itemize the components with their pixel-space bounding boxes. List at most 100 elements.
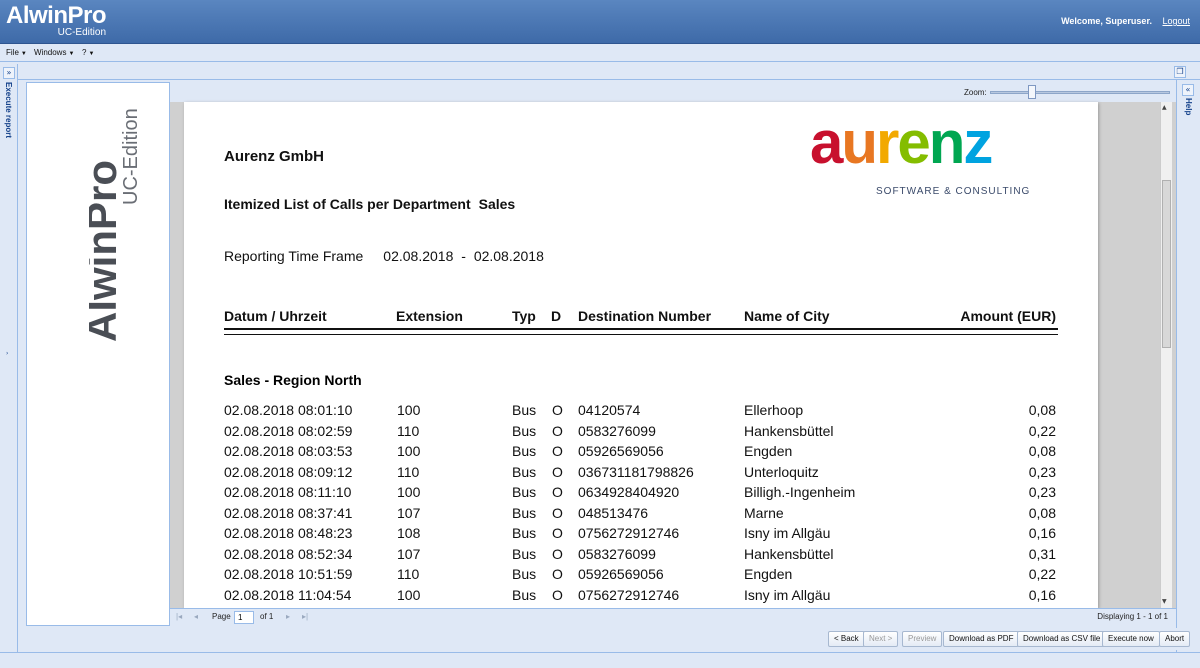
cell-type: Bus <box>512 545 537 562</box>
col-destination: Destination Number <box>578 308 712 324</box>
cell-d: O <box>552 422 563 439</box>
cell-dt: 02.08.2018 08:09:12 <box>224 463 353 480</box>
cell-city: Ellerhoop <box>744 402 804 418</box>
cell-city: Marne <box>744 504 784 521</box>
menu-file-label: File <box>6 48 19 57</box>
report-department: Sales <box>478 196 516 212</box>
execute-report-label[interactable]: Execute report <box>4 82 13 138</box>
timeframe-from: 02.08.2018 <box>383 248 454 264</box>
cell-city: Hankensbüttel <box>744 422 834 439</box>
panel-header: ❐ <box>18 64 1200 80</box>
help-label[interactable]: Help <box>1184 98 1193 115</box>
cell-num: 05926569056 <box>578 443 664 459</box>
action-bar: < Back Next > Preview Download as PDF Do… <box>18 628 1200 650</box>
cell-num: 0583276099 <box>578 545 656 562</box>
next-page-icon[interactable]: ▸ <box>286 612 290 621</box>
scroll-up-icon[interactable]: ▲ <box>1162 104 1167 111</box>
alwinpro-vertical-logo: AlwinPro UC-Edition <box>89 108 142 342</box>
cell-d: O <box>552 463 563 480</box>
cell-dt: 02.08.2018 08:03:53 <box>224 443 353 459</box>
abort-button[interactable]: Abort <box>1159 631 1191 647</box>
execute-now-button[interactable]: Execute now <box>1102 631 1160 647</box>
table-row: 02.08.2018 08:03:53 100 Bus O 05926569056 Eng… <box>184 443 1098 463</box>
restore-window-icon[interactable]: ❐ <box>1174 66 1186 78</box>
welcome-area: Welcome, Superuser. Logout <box>1061 16 1190 26</box>
logout-link[interactable]: Logout <box>1162 16 1190 26</box>
menu-bar: File ▼ Windows ▼ ? ▼ <box>0 44 1200 62</box>
zoom-slider-thumb[interactable] <box>1027 85 1036 99</box>
cell-d: O <box>552 402 563 418</box>
cell-type: Bus <box>512 484 537 500</box>
table-row: 02.08.2018 08:52:34 107 Bus O 0583276099 Hank… <box>184 546 1098 566</box>
table-row: 02.08.2018 08:01:10 100 Bus O 04120574 Ellerh… <box>184 402 1098 422</box>
last-page-icon[interactable]: ▸| <box>302 612 308 621</box>
cell-num: 036731181798826 <box>578 463 694 480</box>
cell-type: Bus <box>512 402 537 418</box>
col-city: Name of City <box>744 308 830 324</box>
first-page-icon[interactable]: |◂ <box>176 612 182 621</box>
cell-d: O <box>552 545 563 562</box>
page-label: Page <box>212 612 231 621</box>
menu-windows[interactable]: Windows ▼ <box>34 48 74 57</box>
cell-ext: 108 <box>397 525 421 541</box>
download-pdf-button[interactable]: Download as PDF <box>943 631 1020 647</box>
zoom-slider[interactable] <box>990 91 1170 94</box>
cell-amt: 0,23 <box>1028 484 1056 500</box>
help-strip: « Help <box>1176 80 1200 652</box>
cell-ext: 110 <box>397 422 420 439</box>
collapse-arrow-icon[interactable]: › <box>6 350 8 357</box>
cell-amt: 0,08 <box>1028 443 1056 459</box>
menu-help-label: ? <box>82 48 87 57</box>
cell-num: 048513476 <box>578 504 649 521</box>
cell-amt: 0,22 <box>1028 422 1056 439</box>
cell-d: O <box>552 484 563 500</box>
aurenz-logo-letter: u <box>841 109 878 176</box>
aurenz-logo-letter: e <box>897 109 930 176</box>
app-logo: AlwinPro UC-Edition <box>6 2 107 39</box>
cell-ext: 110 <box>397 463 420 480</box>
scroll-down-icon[interactable]: ▼ <box>1162 598 1167 605</box>
cell-amt: 0,31 <box>1028 545 1056 562</box>
cell-city: Engden <box>744 443 793 459</box>
aurenz-logo-letter: a <box>810 109 843 176</box>
report-title-text: Itemized List of Calls per Department <box>224 196 471 212</box>
cell-type: Bus <box>512 586 537 603</box>
cell-ext: 107 <box>397 545 421 562</box>
cell-dt: 02.08.2018 08:52:34 <box>224 545 353 562</box>
col-extension: Extension <box>396 308 463 324</box>
group-heading: Sales - Region North <box>224 372 362 388</box>
cell-amt: 0,16 <box>1028 525 1056 541</box>
menu-help[interactable]: ? ▼ <box>82 48 94 57</box>
caret-down-icon: ▼ <box>68 51 75 57</box>
cell-ext: 100 <box>397 484 421 500</box>
report-scrollbar[interactable]: ▲ ▼ <box>1160 102 1172 608</box>
expand-right-icon[interactable]: « <box>1182 84 1194 96</box>
app-title: AlwinPro <box>6 2 107 29</box>
col-type: Typ <box>512 308 536 324</box>
cell-num: 0583276099 <box>578 422 656 439</box>
aurenz-logo-letter: z <box>963 109 993 176</box>
menu-file[interactable]: File ▼ <box>6 48 27 57</box>
scrollbar-thumb[interactable] <box>1162 180 1171 348</box>
cell-num: 05926569056 <box>578 566 664 582</box>
back-button[interactable]: < Back <box>828 631 865 647</box>
cell-dt: 02.08.2018 08:48:23 <box>224 525 353 541</box>
cell-dt: 02.08.2018 08:37:41 <box>224 504 353 521</box>
cell-city: Hankensbüttel <box>744 545 834 562</box>
preview-button[interactable]: Preview <box>902 631 943 647</box>
report-viewer: Zoom: Aurenz GmbH Itemized List of Calls… <box>170 82 1176 608</box>
cell-city: Unterloquitz <box>744 463 819 480</box>
page-input[interactable] <box>234 611 254 624</box>
prev-page-icon[interactable]: ◂ <box>194 612 198 621</box>
timeframe-label: Reporting Time Frame <box>224 248 364 264</box>
next-button[interactable]: Next > <box>863 631 899 647</box>
download-csv-button[interactable]: Download as CSV file <box>1017 631 1107 647</box>
table-row: 02.08.2018 08:48:23 108 Bus O 0756272912746 I… <box>184 525 1098 545</box>
caret-down-icon: ▼ <box>88 51 95 57</box>
cell-amt: 0,22 <box>1028 566 1056 582</box>
cell-city: Billigh.-Ingenheim <box>744 484 856 500</box>
cell-d: O <box>552 443 563 459</box>
cell-city: Isny im Allgäu <box>744 586 831 603</box>
expand-left-icon[interactable]: » <box>3 67 15 79</box>
header-rule-2 <box>224 334 1058 335</box>
